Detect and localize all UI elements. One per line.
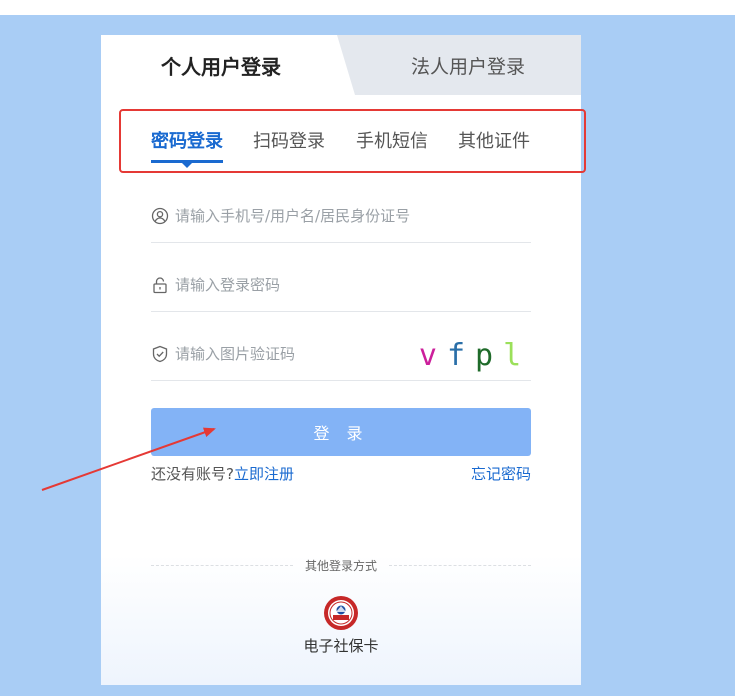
register-row: 还没有账号?立即注册 忘记密码 — [151, 463, 531, 483]
captcha-field: v f p l — [151, 335, 531, 381]
password-field — [151, 266, 531, 312]
captcha-char: v — [418, 337, 447, 373]
other-login-label: 其他登录方式 — [305, 558, 378, 573]
username-input[interactable] — [175, 201, 415, 231]
social-security-card-icon[interactable] — [323, 595, 359, 631]
top-strip — [0, 0, 735, 15]
other-login-divider: 其他登录方式 — [151, 557, 532, 573]
login-button[interactable]: 登 录 — [151, 408, 531, 456]
no-account-text: 还没有账号? — [151, 465, 234, 483]
captcha-char: p — [475, 337, 504, 373]
shield-check-icon — [152, 345, 168, 363]
username-field — [151, 197, 531, 243]
register-link[interactable]: 立即注册 — [234, 465, 294, 483]
divider-line — [389, 564, 532, 566]
social-security-card-label[interactable]: 电子社保卡 — [281, 635, 401, 655]
captcha-char: f — [446, 337, 475, 373]
captcha-image[interactable]: v f p l — [419, 335, 531, 375]
tab-corporate-login[interactable]: 法人用户登录 — [363, 35, 573, 95]
password-input[interactable] — [175, 270, 415, 300]
user-icon — [151, 207, 169, 225]
lock-icon — [153, 277, 167, 294]
captcha-char: l — [503, 337, 532, 373]
divider-line — [151, 564, 293, 566]
forgot-password-link[interactable]: 忘记密码 — [471, 463, 531, 484]
highlight-annotation-box — [119, 109, 586, 173]
captcha-input[interactable] — [175, 339, 415, 369]
tab-personal-login[interactable]: 个人用户登录 — [101, 35, 341, 95]
